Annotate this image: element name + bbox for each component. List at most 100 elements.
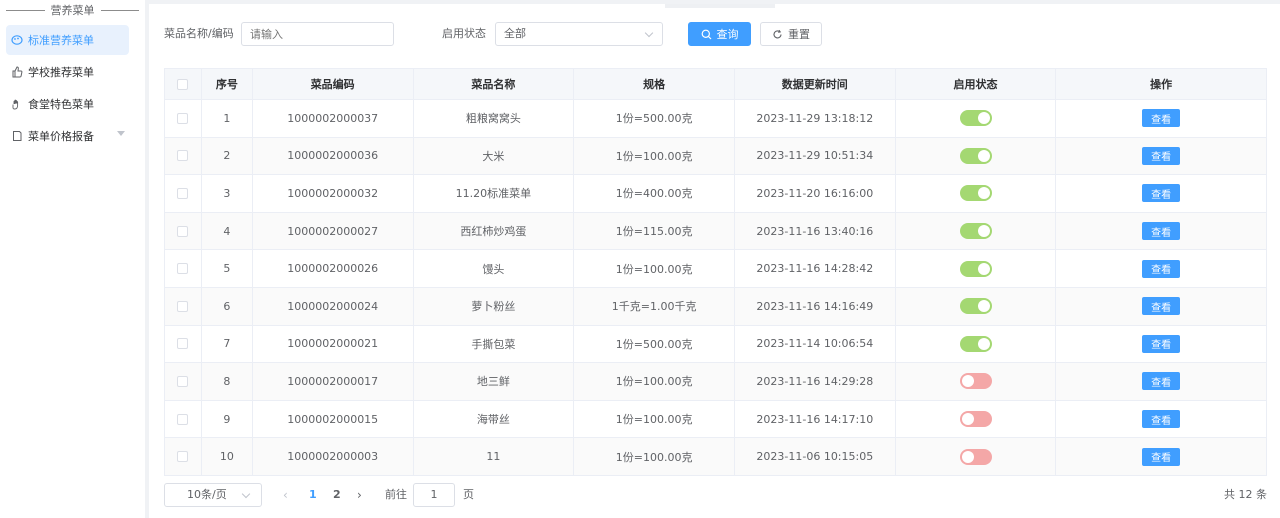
row-updated: 2023-11-14 10:06:54 bbox=[735, 325, 896, 363]
palette-icon bbox=[10, 33, 24, 47]
status-toggle[interactable] bbox=[959, 448, 992, 465]
row-checkbox[interactable] bbox=[177, 338, 189, 350]
table-row: 1 1000002000037 粗粮窝窝头 1份=500.00克 2023-11-29 … bbox=[165, 100, 1266, 138]
reset-button[interactable]: 重置 bbox=[760, 22, 822, 46]
status-toggle[interactable] bbox=[959, 373, 992, 390]
document-icon bbox=[10, 129, 24, 143]
row-updated: 2023-11-16 14:17:10 bbox=[735, 400, 896, 438]
row-checkbox[interactable] bbox=[177, 263, 189, 275]
header-spec: 规格 bbox=[574, 69, 735, 99]
row-status-cell bbox=[896, 325, 1057, 363]
row-updated: 2023-11-16 14:28:42 bbox=[735, 250, 896, 287]
search-button[interactable]: 查询 bbox=[688, 22, 751, 46]
status-toggle[interactable] bbox=[959, 298, 992, 315]
prev-page-icon[interactable]: ‹ bbox=[283, 483, 288, 507]
row-status-cell bbox=[896, 250, 1057, 287]
status-toggle[interactable] bbox=[959, 110, 992, 127]
row-select-cell bbox=[165, 250, 202, 287]
row-updated: 2023-11-16 14:16:49 bbox=[735, 287, 896, 325]
goto-page-input[interactable]: 1 bbox=[413, 483, 455, 507]
view-button[interactable]: 查看 bbox=[1142, 222, 1181, 241]
status-toggle[interactable] bbox=[959, 185, 992, 202]
name-search-input[interactable] bbox=[241, 22, 394, 46]
row-name: 西红柿炒鸡蛋 bbox=[414, 212, 575, 250]
row-no: 6 bbox=[202, 287, 253, 325]
hand-icon bbox=[10, 97, 24, 111]
view-button[interactable]: 查看 bbox=[1142, 297, 1181, 316]
status-toggle[interactable] bbox=[959, 260, 992, 277]
page-1-button[interactable]: 1 bbox=[309, 483, 317, 507]
row-no: 3 bbox=[202, 175, 253, 212]
row-code: 1000002000003 bbox=[253, 438, 414, 475]
row-no: 7 bbox=[202, 325, 253, 363]
row-select-cell bbox=[165, 400, 202, 438]
row-status-cell bbox=[896, 100, 1057, 137]
row-code: 1000002000017 bbox=[253, 363, 414, 400]
status-toggle[interactable] bbox=[959, 147, 992, 164]
sidebar-item-standard-menu[interactable]: 标准营养菜单 bbox=[6, 25, 129, 55]
row-updated: 2023-11-16 14:29:28 bbox=[735, 363, 896, 400]
row-action-cell: 查看 bbox=[1056, 100, 1266, 137]
row-status-cell bbox=[896, 287, 1057, 325]
row-action-cell: 查看 bbox=[1056, 175, 1266, 212]
chevron-down-icon bbox=[644, 28, 654, 38]
total-count: 共 12 条 bbox=[1224, 488, 1267, 501]
view-button[interactable]: 查看 bbox=[1142, 146, 1181, 165]
row-select-cell bbox=[165, 137, 202, 175]
view-button[interactable]: 查看 bbox=[1142, 109, 1181, 128]
row-select-cell bbox=[165, 100, 202, 137]
row-checkbox[interactable] bbox=[177, 150, 189, 162]
row-action-cell: 查看 bbox=[1056, 250, 1266, 287]
row-status-cell bbox=[896, 363, 1057, 400]
row-checkbox[interactable] bbox=[177, 300, 189, 312]
row-name: 大米 bbox=[414, 137, 575, 175]
row-spec: 1份=500.00克 bbox=[574, 325, 735, 363]
row-checkbox[interactable] bbox=[177, 451, 189, 463]
row-no: 5 bbox=[202, 250, 253, 287]
view-button[interactable]: 查看 bbox=[1142, 259, 1181, 278]
view-button[interactable]: 查看 bbox=[1142, 410, 1181, 429]
pagination: 10条/页 ‹ 1 2 › 前往 1 页 共 12 条 bbox=[164, 483, 1267, 507]
page-size-select[interactable]: 10条/页 bbox=[164, 483, 262, 507]
row-checkbox[interactable] bbox=[177, 375, 189, 387]
row-spec: 1份=100.00克 bbox=[574, 438, 735, 475]
row-code: 1000002000027 bbox=[253, 212, 414, 250]
row-action-cell: 查看 bbox=[1056, 363, 1266, 400]
status-select[interactable]: 全部 bbox=[495, 22, 663, 46]
sidebar-item-price-report[interactable]: 菜单价格报备 bbox=[6, 121, 129, 151]
row-no: 4 bbox=[202, 212, 253, 250]
row-spec: 1份=500.00克 bbox=[574, 100, 735, 137]
sidebar-title: 营养菜单 bbox=[0, 0, 145, 20]
header-name: 菜品名称 bbox=[414, 69, 575, 99]
search-icon bbox=[701, 29, 712, 40]
header-updated: 数据更新时间 bbox=[735, 69, 896, 99]
chevron-down-icon[interactable] bbox=[117, 131, 125, 136]
header-code: 菜品编码 bbox=[253, 69, 414, 99]
page-2-button[interactable]: 2 bbox=[333, 483, 341, 507]
row-select-cell bbox=[165, 325, 202, 363]
row-no: 10 bbox=[202, 438, 253, 475]
row-checkbox[interactable] bbox=[177, 187, 189, 199]
table-row: 7 1000002000021 手撕包菜 1份=500.00克 2023-11-14 1… bbox=[165, 325, 1266, 364]
select-all-checkbox[interactable] bbox=[177, 78, 189, 90]
view-button[interactable]: 查看 bbox=[1142, 372, 1181, 391]
row-name: 馒头 bbox=[414, 250, 575, 287]
row-select-cell bbox=[165, 363, 202, 400]
view-button[interactable]: 查看 bbox=[1142, 184, 1181, 203]
status-toggle[interactable] bbox=[959, 411, 992, 428]
sidebar-item-canteen-menu[interactable]: 食堂特色菜单 bbox=[6, 89, 129, 119]
table-row: 10 1000002000003 11 1份=100.00克 2023-11-06 10… bbox=[165, 438, 1266, 476]
row-checkbox[interactable] bbox=[177, 225, 189, 237]
row-checkbox[interactable] bbox=[177, 112, 189, 124]
status-toggle[interactable] bbox=[959, 223, 992, 240]
row-code: 1000002000015 bbox=[253, 400, 414, 438]
row-no: 9 bbox=[202, 400, 253, 438]
next-page-icon[interactable]: › bbox=[357, 483, 362, 507]
row-updated: 2023-11-06 10:15:05 bbox=[735, 438, 896, 475]
view-button[interactable]: 查看 bbox=[1142, 334, 1181, 353]
view-button[interactable]: 查看 bbox=[1142, 447, 1181, 466]
sidebar-item-school-menu[interactable]: 学校推荐菜单 bbox=[6, 57, 129, 87]
row-checkbox[interactable] bbox=[177, 413, 189, 425]
table-row: 3 1000002000032 11.20标准菜单 1份=400.00克 2023-11… bbox=[165, 175, 1266, 213]
status-toggle[interactable] bbox=[959, 335, 992, 352]
